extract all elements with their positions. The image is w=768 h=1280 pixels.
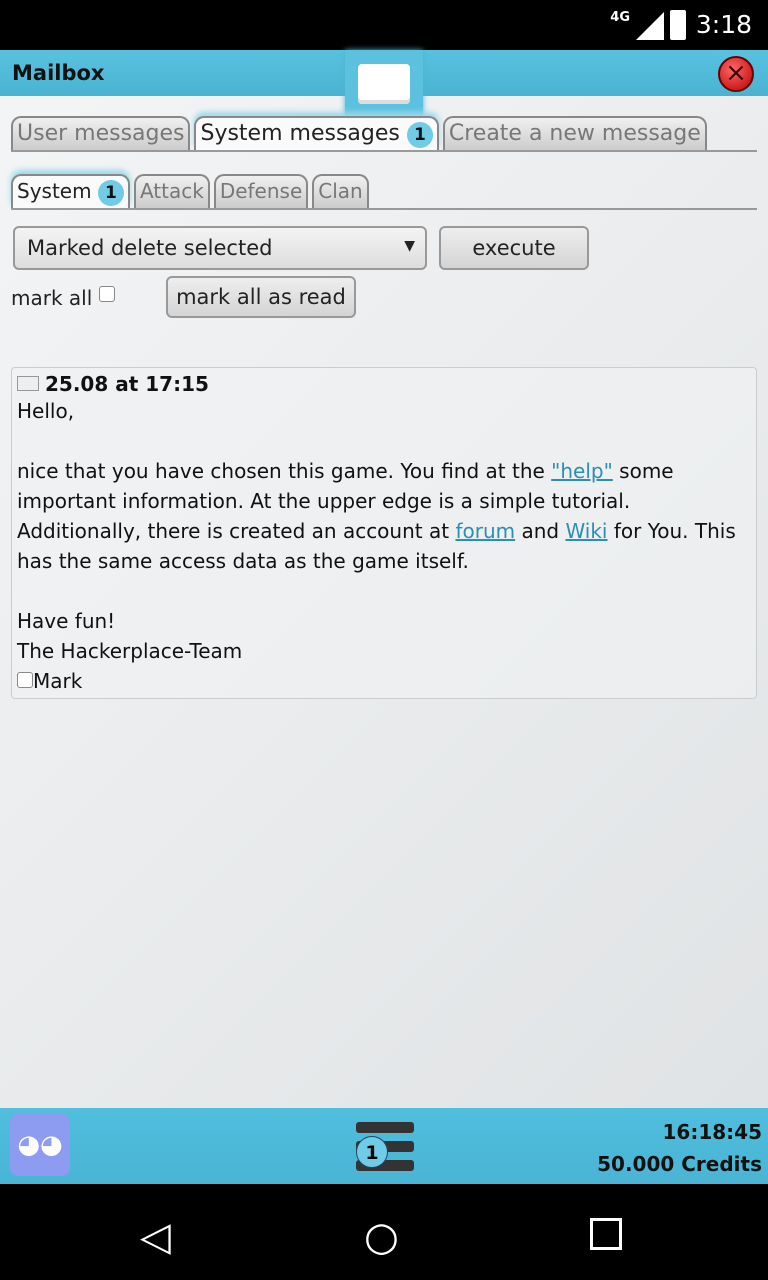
menu-button[interactable]: 1 [356,1122,414,1172]
tab-user-messages[interactable]: User messages [11,116,191,150]
credits: 50.000 Credits [597,1152,762,1176]
recents-icon[interactable] [590,1218,622,1250]
clock-credits: 16:18:45 50.000 Credits [597,1116,762,1180]
game-clock: 16:18:45 [662,1120,763,1144]
execute-button[interactable]: execute [439,226,589,270]
subtab-attack[interactable]: Attack [133,174,210,208]
home-icon[interactable]: ○ [364,1214,399,1260]
subtab-clan[interactable]: Clan [312,174,369,208]
discord-icon[interactable]: ◕◕ [10,1114,70,1176]
menu-bar [356,1122,414,1133]
status-bar: 4G 3:18 [0,0,768,50]
tab-label: Clan [318,179,363,203]
mark-all-checkbox[interactable] [98,286,115,302]
tab-label: User messages [17,121,185,146]
wiki-link[interactable]: Wiki [565,519,607,543]
mark-label: Mark [33,669,83,693]
action-select[interactable]: Marked delete selected ▼ [13,226,427,270]
tab-system-messages[interactable]: System messages 1 [194,116,439,150]
message-closing: Have fun! [17,609,116,633]
forum-link[interactable]: forum [455,519,515,543]
tab-create-message[interactable]: Create a new message [442,116,707,150]
tab-label: System [17,179,92,203]
status-time: 3:18 [695,10,752,39]
body-text: nice that you have chosen this game. You… [17,459,552,483]
message-item: 25.08 at 17:15 Hello, nice that you have… [11,367,757,699]
book-icon[interactable] [345,50,423,124]
mark-checkbox[interactable] [17,672,33,688]
help-link[interactable]: "help" [551,459,613,483]
subtab-defense[interactable]: Defense [213,174,309,208]
tab-label: Attack [139,179,204,203]
message-greeting: Hello, [17,399,75,423]
subtab-system[interactable]: System 1 [11,174,130,208]
signal-icon [636,12,664,40]
message-date: 25.08 at 17:15 [45,372,209,396]
sub-tabs: System 1 Attack Defense Clan [11,174,757,210]
envelope-icon [17,376,39,391]
unread-badge: 1 [406,122,433,148]
footer-bar: ◕◕ 1 16:18:45 50.000 Credits [0,1108,768,1184]
network-type: 4G [610,10,630,25]
main-tabs: User messages System messages 1 Create a… [11,116,757,152]
menu-badge: 1 [356,1136,388,1168]
tab-label: System messages [200,121,400,146]
battery-icon [670,10,686,40]
unread-badge: 1 [97,180,124,206]
tab-label: Defense [219,179,303,203]
tab-label: Create a new message [448,121,701,146]
back-icon[interactable]: ◁ [140,1214,171,1260]
window-title: Mailbox [12,61,105,85]
mark-all-read-button[interactable]: mark all as read [166,276,356,318]
mark-all: mark all [11,286,115,310]
body-text: and [515,519,566,543]
message-body: nice that you have chosen this game. You… [17,456,751,576]
close-button[interactable]: × [718,56,754,92]
message-signature: The Hackerplace-Team [17,639,243,663]
dropdown-arrow-icon: ▼ [404,238,415,254]
android-nav-bar: ◁ ○ [0,1184,768,1280]
mailbox-window: Mailbox × User messages System messages … [0,50,768,1184]
mark-all-label: mark all [11,286,93,310]
select-value: Marked delete selected [27,236,273,260]
